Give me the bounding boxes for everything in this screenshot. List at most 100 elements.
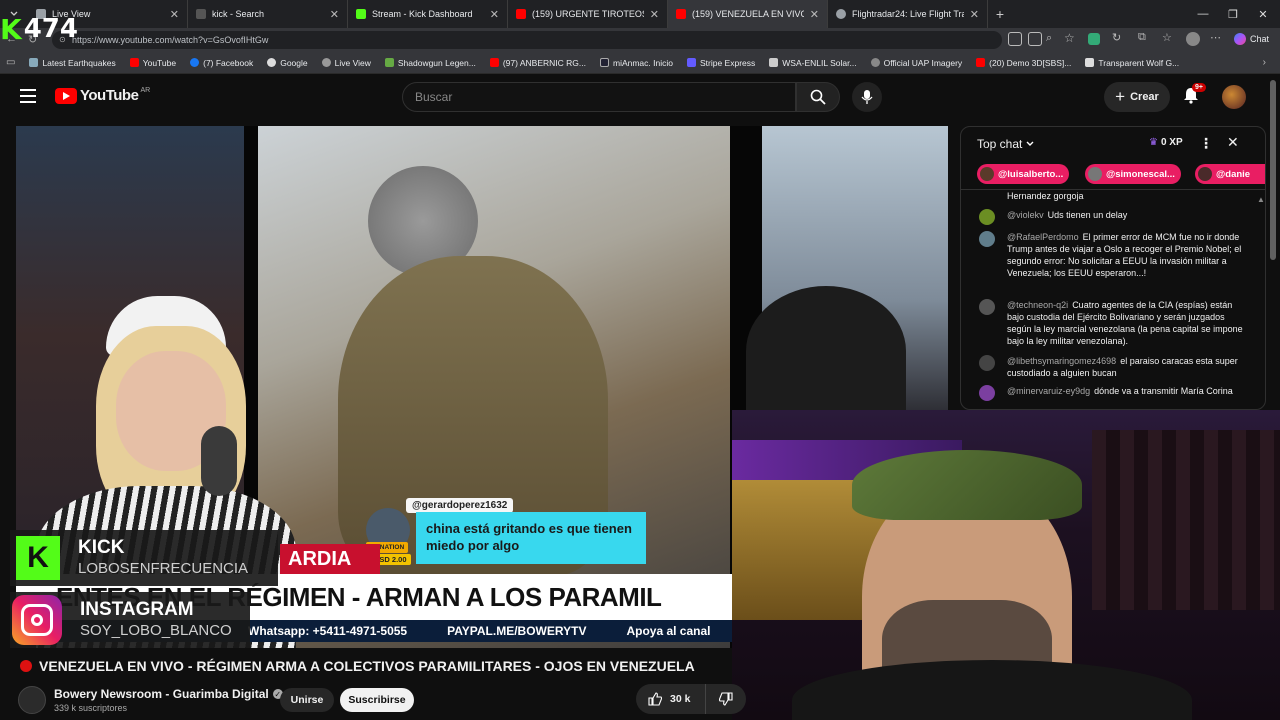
tab-4-active[interactable]: (159) VENEZUELA EN VIVO - R ✕: [668, 0, 828, 28]
tab-close-icon[interactable]: ✕: [330, 8, 339, 21]
pinned-chip[interactable]: @simonescal...: [1085, 164, 1181, 184]
bookmark-item[interactable]: Latest Earthquakes: [29, 57, 116, 68]
bookmark-item[interactable]: WSA-ENLIL Solar...: [769, 58, 857, 68]
tab-close-icon[interactable]: ✕: [810, 8, 819, 21]
bookmark-item[interactable]: Stripe Express: [686, 58, 755, 68]
tab-close-icon[interactable]: ✕: [970, 8, 979, 21]
channel-avatar[interactable]: [18, 686, 46, 714]
url-input[interactable]: ⊙ https://www.youtube.com/watch?v=GsOvof…: [52, 31, 1002, 49]
bookmark-favicon-icon: [321, 58, 331, 67]
tab-close-icon[interactable]: ✕: [490, 8, 499, 21]
bookmark-favicon-icon: [267, 58, 277, 67]
restore-icon[interactable]: ❐: [1216, 0, 1250, 28]
new-tab-plus-icon[interactable]: +: [988, 0, 1012, 28]
tab-3[interactable]: (159) URGENTE TIROTEOS EN C ✕: [508, 0, 668, 28]
bookmark-item[interactable]: Official UAP Imagery: [870, 58, 962, 68]
chat-avatar: [979, 299, 995, 315]
profile-avatar[interactable]: [1186, 32, 1200, 46]
like-button[interactable]: 30 k: [636, 684, 706, 714]
bookmarks-overflow-chevron-icon[interactable]: ›: [1263, 57, 1266, 68]
create-label: Crear: [1130, 91, 1159, 103]
join-button[interactable]: Unirse: [280, 688, 334, 712]
bookmark-favicon-icon: [190, 58, 200, 67]
account-avatar[interactable]: [1222, 85, 1246, 109]
subscribe-button[interactable]: Suscribirse: [340, 688, 414, 712]
tab-label: Flightradar24: Live Flight Tracker -: [852, 9, 964, 19]
chat-close-icon[interactable]: ✕: [1227, 134, 1239, 151]
tab-favicon-icon: [676, 9, 686, 19]
more-menu-icon[interactable]: ⋯: [1210, 31, 1224, 45]
zoom-icon[interactable]: ⌕: [1046, 32, 1060, 46]
chevron-down-icon: [1026, 141, 1034, 146]
create-button[interactable]: + Crear: [1104, 82, 1170, 112]
bookmark-favicon-icon: [976, 58, 986, 67]
search-icon: [810, 89, 826, 105]
chat-author[interactable]: @libethsymaringomez4698: [1007, 356, 1116, 366]
tab-2[interactable]: Stream - Kick Dashboard ✕: [348, 0, 508, 28]
translate-icon[interactable]: [1008, 32, 1022, 46]
xp-indicator[interactable]: ♛ 0 XP: [1149, 137, 1183, 148]
extension-icon[interactable]: [1088, 33, 1100, 45]
dislike-button[interactable]: [706, 684, 746, 714]
tab-favicon-icon: [836, 9, 846, 19]
tab-close-icon[interactable]: ✕: [170, 8, 179, 21]
bookmark-favicon-icon: [384, 58, 394, 67]
plus-icon: +: [1115, 87, 1126, 106]
bookmark-item[interactable]: miAnmac. Inicio: [599, 58, 673, 68]
bookmark-star-icon[interactable]: ☆: [1064, 31, 1078, 45]
chat-message: @RafaelPerdomo El primer error de MCM fue…: [979, 231, 1251, 279]
bookmark-label: (7) Facebook: [203, 57, 254, 68]
chat-mode-dropdown[interactable]: Top chat: [977, 137, 1035, 151]
favorites-icon[interactable]: ☆: [1162, 31, 1176, 45]
chat-author[interactable]: @minervaruiz-ey9dg: [1007, 386, 1090, 396]
microphone-icon: [861, 90, 873, 104]
ticker-item: Whatsapp: +5411-4971-5055: [248, 624, 408, 638]
chip-name: @simonescal...: [1106, 168, 1175, 180]
copilot-chat-button[interactable]: Chat: [1234, 31, 1269, 47]
hamburger-menu-icon[interactable]: [20, 89, 36, 103]
chat-author[interactable]: @RafaelPerdomo: [1007, 232, 1079, 242]
bookmark-item[interactable]: (97) ANBERNIC RG...: [489, 58, 586, 68]
app-install-icon[interactable]: [1028, 32, 1042, 46]
extensions-puzzle-icon[interactable]: ⧉: [1138, 31, 1152, 45]
tab-favicon-icon: [196, 9, 206, 19]
tab-favicon-icon: [516, 9, 526, 19]
bookmark-item[interactable]: YouTube: [129, 58, 176, 68]
tab-5[interactable]: Flightradar24: Live Flight Tracker - ✕: [828, 0, 988, 28]
kick-handle: LOBOSENFRECUENCIA: [78, 560, 249, 577]
close-window-icon[interactable]: ✕: [1246, 0, 1280, 28]
bookmark-item[interactable]: (7) Facebook: [190, 58, 253, 68]
search-button[interactable]: [796, 82, 840, 112]
page-scrollbar[interactable]: [1270, 80, 1276, 260]
tab-1[interactable]: kick - Search ✕: [188, 0, 348, 28]
chat-more-options-icon[interactable]: ⋮: [1199, 135, 1213, 152]
chat-scroll-up-icon[interactable]: ▲: [1257, 195, 1265, 204]
bookmarks-menu-icon[interactable]: ▭: [6, 57, 15, 68]
chat-author[interactable]: @techneon-q2i: [1007, 300, 1068, 310]
bookmark-item[interactable]: Live View: [321, 58, 371, 68]
channel-name[interactable]: Bowery Newsroom - Guarimba Digital ✓: [54, 687, 283, 701]
sync-icon[interactable]: ↻: [1112, 31, 1126, 45]
minimize-icon[interactable]: —: [1186, 0, 1220, 28]
notifications-button[interactable]: 9+: [1182, 83, 1206, 108]
donation-alert: @gerardoperez1632 china está gritando es…: [366, 498, 646, 565]
youtube-logo[interactable]: YouTube AR: [55, 87, 150, 104]
copilot-chat-label: Chat: [1250, 34, 1270, 44]
bookmark-item[interactable]: Google: [267, 58, 308, 68]
chat-avatar: [979, 385, 995, 401]
tab-label: Stream - Kick Dashboard: [372, 9, 473, 19]
chip-avatar: [1198, 167, 1212, 181]
pinned-chip[interactable]: @danie: [1195, 164, 1265, 184]
bookmark-label: Latest Earthquakes: [42, 57, 116, 68]
lower-third-tag: ARDIA: [280, 544, 380, 574]
kick-logo-icon: K: [16, 536, 60, 580]
search-input[interactable]: Buscar: [402, 82, 796, 112]
pinned-chip[interactable]: @luisalberto...: [977, 164, 1070, 184]
tab-close-icon[interactable]: ✕: [650, 8, 659, 21]
chat-author[interactable]: @violekv: [1007, 210, 1044, 220]
bookmark-item[interactable]: Shadowgun Legen...: [384, 58, 476, 68]
bookmark-item[interactable]: (20) Demo 3D[SBS]...: [976, 58, 1071, 68]
voice-search-button[interactable]: [852, 82, 882, 112]
bookmark-item[interactable]: Transparent Wolf G...: [1085, 58, 1179, 68]
chip-avatar: [1088, 167, 1102, 181]
